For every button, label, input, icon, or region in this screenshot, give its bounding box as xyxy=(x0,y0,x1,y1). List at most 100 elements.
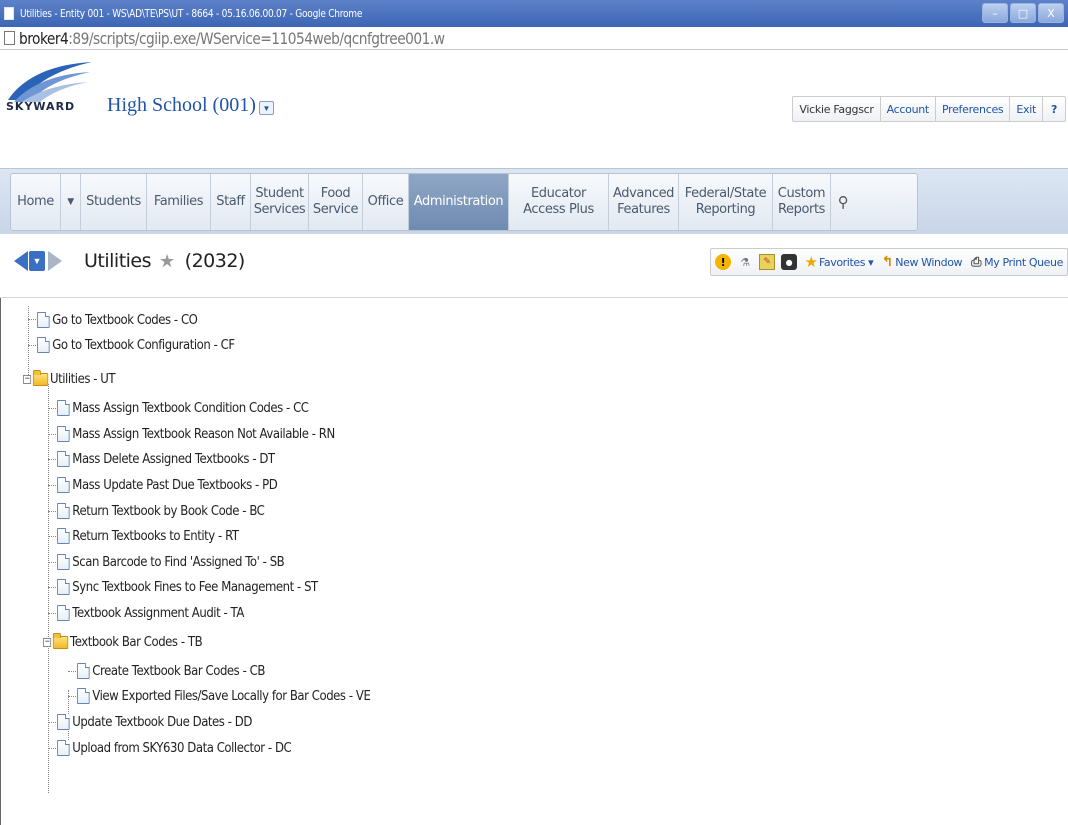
tree-connector xyxy=(48,536,56,537)
search-icon[interactable]: ⚲ xyxy=(831,174,855,230)
print-queue-button[interactable]: ⎙ My Print Queue xyxy=(968,254,1063,270)
forward-arrow-icon[interactable] xyxy=(48,251,62,271)
tab-home-label: Home xyxy=(17,194,54,210)
history-nav: ▼ xyxy=(14,251,62,271)
tree-connector xyxy=(48,408,56,409)
new-window-label: New Window xyxy=(895,255,963,269)
tree-item[interactable]: Scan Barcode to Find 'Assigned To' - SB xyxy=(57,552,285,572)
folder-icon xyxy=(52,632,69,649)
tab-student-services[interactable]: Student Services xyxy=(251,174,309,230)
entity-name[interactable]: High School (001) xyxy=(107,94,256,117)
window-controls: – □ X xyxy=(982,3,1064,23)
new-window-button[interactable]: ↰ New Window xyxy=(879,254,963,270)
tab-administration[interactable]: Administration xyxy=(409,174,509,230)
tab-students[interactable]: Students xyxy=(81,174,147,230)
tab-educator-access-plus[interactable]: Educator Access Plus xyxy=(509,174,609,230)
tree-folder-utilities[interactable]: − Utilities - UT xyxy=(23,369,116,389)
tab-line: Features xyxy=(617,202,670,217)
tab-line: Service xyxy=(312,202,359,217)
tree-item-label: Mass Assign Textbook Condition Codes - C… xyxy=(72,400,309,416)
collapse-icon[interactable]: − xyxy=(23,374,32,384)
tree-item[interactable]: Return Textbooks to Entity - RT xyxy=(57,526,239,546)
account-link[interactable]: Account xyxy=(881,97,936,121)
tab-line: Advanced xyxy=(613,186,675,202)
tab-line: Reporting xyxy=(695,202,756,217)
tree-item[interactable]: Sync Textbook Fines to Fee Management - … xyxy=(57,577,318,597)
tree-item-label: Create Textbook Bar Codes - CB xyxy=(92,663,265,679)
tree-item[interactable]: Return Textbook by Book Code - BC xyxy=(57,501,265,521)
nav-tabs: Home ▼ Students Families Staff Student Se… xyxy=(10,173,918,231)
tab-staff[interactable]: Staff xyxy=(211,174,251,230)
document-icon xyxy=(77,663,90,679)
tab-students-label: Students xyxy=(86,194,141,210)
flask-icon[interactable]: ⚗ xyxy=(737,254,753,270)
history-dropdown-icon[interactable]: ▼ xyxy=(29,251,45,271)
tab-office[interactable]: Office xyxy=(363,174,409,230)
tree-item[interactable]: Mass Assign Textbook Condition Codes - C… xyxy=(57,398,309,418)
chevron-down-icon: ▼ xyxy=(67,196,74,207)
tree-item-label: Scan Barcode to Find 'Assigned To' - SB xyxy=(72,554,285,570)
print-queue-label: My Print Queue xyxy=(984,255,1063,269)
tree-item-label: Return Textbooks to Entity - RT xyxy=(72,528,239,544)
tree-item[interactable]: Mass Assign Textbook Reason Not Availabl… xyxy=(57,424,335,444)
notepad-icon[interactable]: ✎ xyxy=(758,254,775,270)
tab-custom-reports[interactable]: Custom Reports xyxy=(773,174,831,230)
tab-food-service[interactable]: Food Service xyxy=(309,174,363,230)
tree-connector xyxy=(48,562,56,563)
tree-item[interactable]: Upload from SKY630 Data Collector - DC xyxy=(57,738,292,758)
address-bar[interactable]: broker4:89/scripts/cgiip.exe/WService=11… xyxy=(0,27,1068,50)
document-icon xyxy=(57,503,70,519)
exit-link[interactable]: Exit xyxy=(1010,97,1043,121)
tree-item-textbook-codes[interactable]: Go to Textbook Codes - CO xyxy=(37,310,198,330)
document-icon xyxy=(57,714,70,730)
tree-item[interactable]: Mass Update Past Due Textbooks - PD xyxy=(57,475,278,495)
tree-connector xyxy=(68,696,76,697)
tab-home[interactable]: Home xyxy=(11,174,61,230)
document-icon xyxy=(77,688,90,704)
printer-icon: ⎙ xyxy=(971,254,982,270)
tree-item[interactable]: Mass Delete Assigned Textbooks - DT xyxy=(57,449,275,469)
page-toolbar: ▼ Utilities ★ (2032) ! ⚗ ✎ ● ★ Favorites … xyxy=(0,234,1068,298)
tree-item[interactable]: View Exported Files/Save Locally for Bar… xyxy=(77,686,371,706)
tab-federal-state-reporting[interactable]: Federal/State Reporting xyxy=(679,174,773,230)
entity-dropdown-icon[interactable]: ▼ xyxy=(259,101,274,115)
new-window-icon: ↰ xyxy=(881,254,894,270)
close-button[interactable]: X xyxy=(1038,3,1064,23)
tree-item-label: Textbook Bar Codes - TB xyxy=(70,634,203,650)
tab-line: Access Plus xyxy=(523,202,594,217)
back-arrow-icon[interactable] xyxy=(14,251,28,271)
favorites-button[interactable]: ★ Favorites ▾ xyxy=(803,253,874,271)
logo-text: SKYWARD xyxy=(6,100,76,113)
camera-icon[interactable]: ● xyxy=(780,254,797,270)
tree-item[interactable]: Create Textbook Bar Codes - CB xyxy=(77,661,265,681)
favorite-star-icon[interactable]: ★ xyxy=(159,251,175,272)
user-name: Vickie Faggscr xyxy=(793,97,881,121)
tree-item-label: Go to Textbook Codes - CO xyxy=(52,312,198,328)
document-icon xyxy=(57,400,70,416)
tree-item[interactable]: Update Textbook Due Dates - DD xyxy=(57,712,252,732)
tab-advanced-features[interactable]: Advanced Features xyxy=(609,174,679,230)
url-text[interactable]: broker4:89/scripts/cgiip.exe/WService=11… xyxy=(19,28,445,48)
favorites-label: Favorites ▾ xyxy=(818,255,874,269)
minimize-button[interactable]: – xyxy=(982,3,1008,23)
tab-federal-label: Federal/State Reporting xyxy=(685,186,767,217)
collapse-icon[interactable]: − xyxy=(43,637,52,647)
url-host: broker4 xyxy=(19,28,69,48)
document-icon xyxy=(57,477,70,493)
tree-item-textbook-configuration[interactable]: Go to Textbook Configuration - CF xyxy=(37,335,235,355)
star-icon: ★ xyxy=(804,253,818,271)
maximize-button[interactable]: □ xyxy=(1010,3,1036,23)
document-icon xyxy=(37,312,50,328)
tab-families[interactable]: Families xyxy=(147,174,211,230)
tree-item[interactable]: Textbook Assignment Audit - TA xyxy=(57,603,244,623)
document-icon xyxy=(57,426,70,442)
preferences-link[interactable]: Preferences xyxy=(936,97,1011,121)
document-icon xyxy=(57,605,70,621)
tree-connector xyxy=(48,459,56,460)
help-button[interactable]: ? xyxy=(1043,97,1065,121)
alert-icon[interactable]: ! xyxy=(714,254,731,270)
home-dropdown-button[interactable]: ▼ xyxy=(61,174,81,230)
tab-student-services-label: Student Services xyxy=(254,186,306,217)
tab-office-label: Office xyxy=(367,194,404,210)
tree-folder-bar-codes[interactable]: − Textbook Bar Codes - TB xyxy=(43,632,203,652)
